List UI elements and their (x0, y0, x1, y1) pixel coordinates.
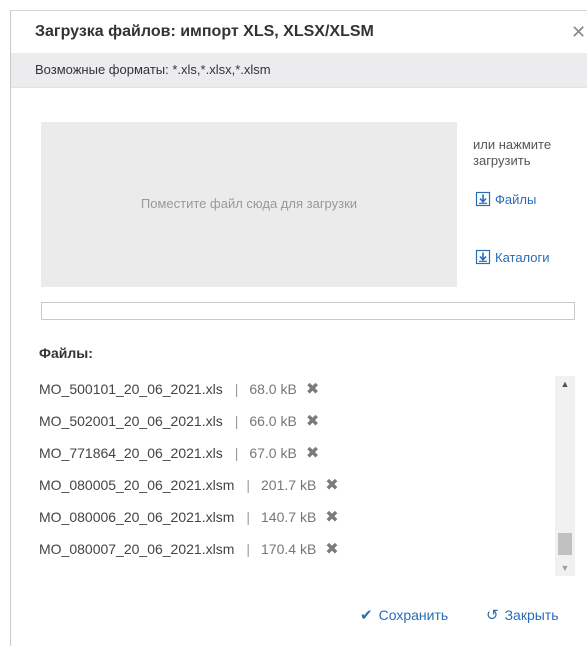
close-button[interactable]: ↺ Закрыть (486, 606, 559, 624)
file-list: MO_500101_20_06_2021.xls | 68.0 kB ✖ MO_… (39, 373, 549, 565)
file-row: MO_080005_20_06_2021.xlsm | 201.7 kB ✖ (39, 469, 549, 501)
file-size: 170.4 kB (261, 541, 317, 557)
checkmark-icon: ✔ (360, 607, 373, 624)
file-separator: | (234, 381, 239, 397)
file-name: MO_771864_20_06_2021.xls (39, 445, 223, 461)
dialog-title: Загрузка файлов: импорт XLS, XLSX/XLSM (35, 23, 374, 40)
file-name: MO_500101_20_06_2021.xls (39, 381, 223, 397)
upload-hint: или нажмите загрузить (473, 137, 552, 168)
file-separator: | (246, 509, 251, 525)
file-size: 66.0 kB (249, 413, 297, 429)
download-icon (475, 249, 491, 265)
upload-progress-bar (41, 302, 575, 320)
formats-bar: Возможные форматы: *.xls,*.xlsx,*.xlsm (11, 53, 587, 88)
file-separator: | (246, 477, 251, 493)
file-size: 201.7 kB (261, 477, 317, 493)
remove-file-icon[interactable]: ✖ (306, 443, 319, 463)
dialog-titlebar: Загрузка файлов: импорт XLS, XLSX/XLSM ✕ (11, 11, 587, 53)
file-row: MO_080006_20_06_2021.xlsm | 140.7 kB ✖ (39, 501, 549, 533)
file-name: MO_080005_20_06_2021.xlsm (39, 477, 235, 493)
files-heading: Файлы: (39, 345, 93, 361)
upload-catalogs-button[interactable]: Каталоги (475, 249, 550, 265)
dialog-footer: ✔ Сохранить ↺ Закрыть (11, 606, 587, 630)
upload-files-button[interactable]: Файлы (475, 191, 536, 207)
file-list-scrollbar[interactable]: ▲ ▼ (555, 376, 575, 576)
file-name: MO_080007_20_06_2021.xlsm (39, 541, 235, 557)
remove-file-icon[interactable]: ✖ (325, 475, 338, 495)
save-button-label: Сохранить (378, 607, 449, 623)
file-size: 140.7 kB (261, 509, 317, 525)
upload-catalogs-label: Каталоги (495, 249, 550, 265)
upload-dialog: Загрузка файлов: импорт XLS, XLSX/XLSM ✕… (10, 10, 587, 646)
file-name: MO_502001_20_06_2021.xls (39, 413, 223, 429)
scroll-thumb[interactable] (558, 533, 572, 555)
scroll-down-arrow-icon[interactable]: ▼ (555, 560, 575, 576)
file-separator: | (246, 541, 251, 557)
file-row: MO_500101_20_06_2021.xls | 68.0 kB ✖ (39, 373, 549, 405)
undo-icon: ↺ (486, 607, 499, 624)
file-name: MO_080006_20_06_2021.xlsm (39, 509, 235, 525)
file-size: 68.0 kB (249, 381, 297, 397)
file-row: MO_771864_20_06_2021.xls | 67.0 kB ✖ (39, 437, 549, 469)
scroll-up-arrow-icon[interactable]: ▲ (555, 376, 575, 392)
remove-file-icon[interactable]: ✖ (325, 507, 338, 527)
file-row: MO_502001_20_06_2021.xls | 66.0 kB ✖ (39, 405, 549, 437)
drop-zone[interactable]: Поместите файл сюда для загрузки (41, 122, 457, 287)
upload-files-label: Файлы (495, 191, 537, 207)
remove-file-icon[interactable]: ✖ (306, 379, 319, 399)
remove-file-icon[interactable]: ✖ (325, 539, 338, 559)
formats-text: Возможные форматы: *.xls,*.xlsx,*.xlsm (35, 62, 271, 77)
remove-file-icon[interactable]: ✖ (306, 411, 319, 431)
download-icon (475, 191, 491, 207)
file-size: 67.0 kB (249, 445, 297, 461)
file-separator: | (234, 413, 239, 429)
file-row: MO_080007_20_06_2021.xlsm | 170.4 kB ✖ (39, 533, 549, 565)
drop-zone-text: Поместите файл сюда для загрузки (140, 196, 358, 211)
close-icon[interactable]: ✕ (571, 23, 587, 41)
file-separator: | (234, 445, 239, 461)
save-button[interactable]: ✔ Сохранить (360, 606, 448, 624)
close-button-label: Закрыть (504, 607, 559, 623)
